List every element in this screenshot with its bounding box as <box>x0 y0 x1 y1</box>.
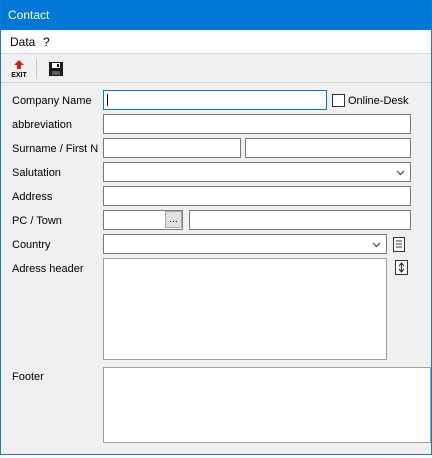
toolbar: EXIT <box>1 55 431 83</box>
refresh-icon <box>394 259 408 275</box>
menu-help[interactable]: ? <box>41 35 52 49</box>
online-desk-checkbox[interactable] <box>332 94 345 107</box>
ellipsis-label: ... <box>169 213 178 225</box>
surname-first-name-label: Surname / First N <box>12 143 99 155</box>
country-label: Country <box>12 239 51 251</box>
postcode-lookup-button[interactable]: ... <box>165 211 182 228</box>
exit-icon: EXIT <box>11 60 28 79</box>
salutation-label: Salutation <box>12 167 61 179</box>
pc-town-label: PC / Town <box>12 215 62 227</box>
abbreviation-field[interactable] <box>103 114 411 134</box>
abbreviation-label: abbreviation <box>12 119 72 131</box>
menu-data[interactable]: Data <box>8 35 37 49</box>
surname-field[interactable] <box>103 138 241 158</box>
exit-label: EXIT <box>11 72 27 79</box>
window-title: Contact <box>8 8 50 22</box>
text-caret <box>107 94 108 106</box>
contact-window: Contact Data ? EXIT Company Name Online-… <box>0 0 432 455</box>
toolbar-separator <box>36 59 37 79</box>
company-name-field[interactable] <box>103 90 327 110</box>
floppy-disk-icon <box>49 62 63 76</box>
online-desk-label: Online-Desk <box>348 95 409 107</box>
refresh-address-header-button[interactable] <box>394 259 408 275</box>
address-header-textarea[interactable] <box>103 258 387 360</box>
country-list-button[interactable] <box>392 236 406 252</box>
footer-label: Footer <box>12 371 44 383</box>
exit-button[interactable]: EXIT <box>8 58 30 80</box>
footer-textarea[interactable] <box>103 367 431 443</box>
address-label: Address <box>12 191 53 203</box>
first-name-field[interactable] <box>245 138 411 158</box>
salutation-select[interactable] <box>103 162 411 182</box>
address-field[interactable] <box>103 186 411 206</box>
town-field[interactable] <box>189 210 411 230</box>
address-header-label: Adress header <box>12 263 84 275</box>
chevron-down-icon <box>372 242 381 248</box>
chevron-down-icon <box>396 170 405 176</box>
country-select[interactable] <box>103 234 387 254</box>
menu-bar: Data ? <box>1 30 431 54</box>
company-name-label: Company Name <box>12 95 92 107</box>
save-button[interactable] <box>45 58 67 80</box>
title-bar[interactable]: Contact <box>1 0 431 30</box>
list-document-icon <box>393 236 405 252</box>
